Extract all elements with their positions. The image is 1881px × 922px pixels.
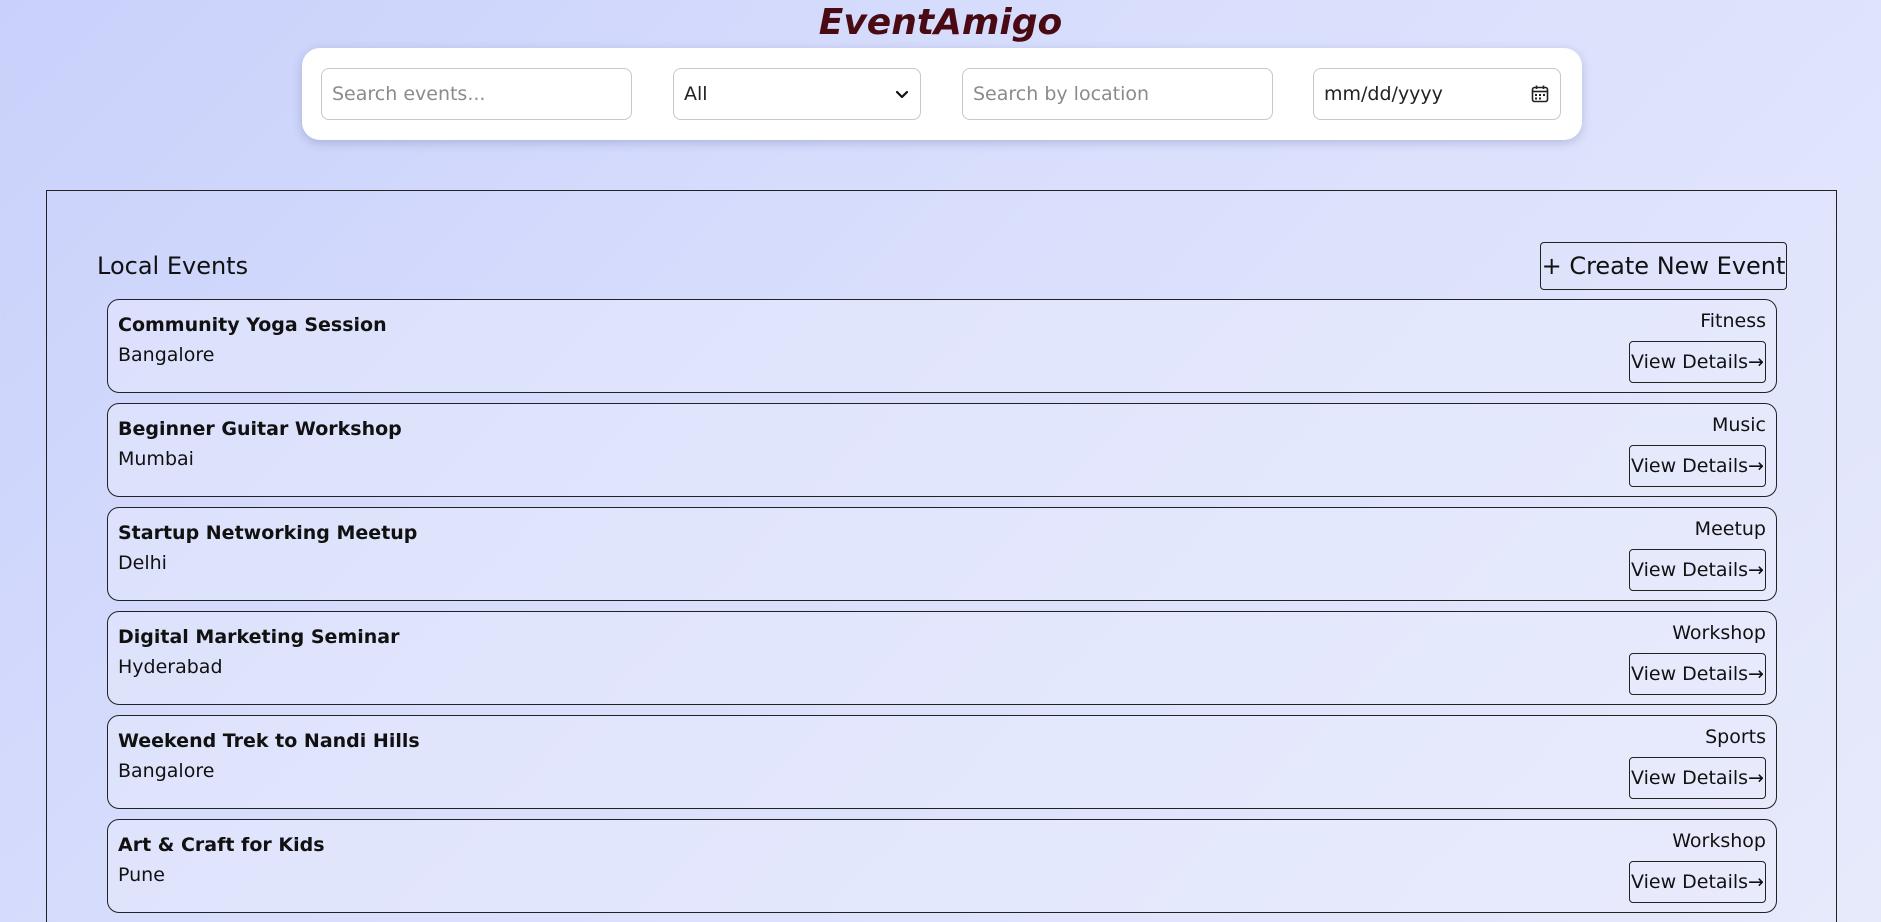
event-card: Startup Networking Meetup Delhi Meetup V…: [107, 507, 1777, 601]
event-title: Weekend Trek to Nandi Hills: [118, 730, 420, 752]
create-event-button[interactable]: + Create New Event: [1540, 242, 1787, 290]
event-category: Workshop: [1672, 622, 1766, 644]
event-category: Sports: [1705, 726, 1766, 748]
view-details-button[interactable]: View Details→: [1629, 653, 1766, 695]
search-events-placeholder: Search events...: [332, 83, 486, 105]
event-category: Music: [1711, 414, 1766, 436]
event-category: Fitness: [1700, 310, 1766, 332]
event-title: Digital Marketing Seminar: [118, 626, 400, 648]
calendar-icon[interactable]: [1530, 84, 1550, 104]
app-title: EventAmigo: [818, 2, 1063, 43]
event-category: Meetup: [1694, 518, 1766, 540]
events-panel: Local Events + Create New Event Communit…: [46, 190, 1837, 922]
event-title: Art & Craft for Kids: [118, 834, 325, 856]
category-selected-value: All: [684, 83, 708, 105]
category-select[interactable]: All: [673, 68, 921, 120]
event-title: Startup Networking Meetup: [118, 522, 418, 544]
search-location-placeholder: Search by location: [973, 83, 1150, 105]
event-location: Mumbai: [118, 448, 194, 470]
event-location: Pune: [118, 864, 165, 886]
event-card: Art & Craft for Kids Pune Workshop View …: [107, 819, 1777, 913]
event-title: Beginner Guitar Workshop: [118, 418, 402, 440]
search-location-input[interactable]: Search by location: [962, 68, 1273, 120]
event-location: Bangalore: [118, 344, 215, 366]
view-details-button[interactable]: View Details→: [1629, 861, 1766, 903]
chevron-down-icon: [895, 90, 909, 99]
event-location: Bangalore: [118, 760, 215, 782]
view-details-button[interactable]: View Details→: [1629, 549, 1766, 591]
view-details-button[interactable]: View Details→: [1629, 341, 1766, 383]
event-title: Community Yoga Session: [118, 314, 387, 336]
event-location: Delhi: [118, 552, 167, 574]
event-location: Hyderabad: [118, 656, 223, 678]
view-details-button[interactable]: View Details→: [1629, 445, 1766, 487]
section-title: Local Events: [97, 252, 249, 280]
event-card: Digital Marketing Seminar Hyderabad Work…: [107, 611, 1777, 705]
search-events-input[interactable]: Search events...: [321, 68, 632, 120]
event-list: Community Yoga Session Bangalore Fitness…: [107, 299, 1777, 922]
date-placeholder: mm/dd/yyyy: [1324, 83, 1443, 105]
event-card: Beginner Guitar Workshop Mumbai Music Vi…: [107, 403, 1777, 497]
event-category: Workshop: [1672, 830, 1766, 852]
date-input[interactable]: mm/dd/yyyy: [1313, 68, 1561, 120]
event-card: Community Yoga Session Bangalore Fitness…: [107, 299, 1777, 393]
filter-bar: Search events... All Search by location …: [302, 48, 1582, 140]
event-card: Weekend Trek to Nandi Hills Bangalore Sp…: [107, 715, 1777, 809]
view-details-button[interactable]: View Details→: [1629, 757, 1766, 799]
